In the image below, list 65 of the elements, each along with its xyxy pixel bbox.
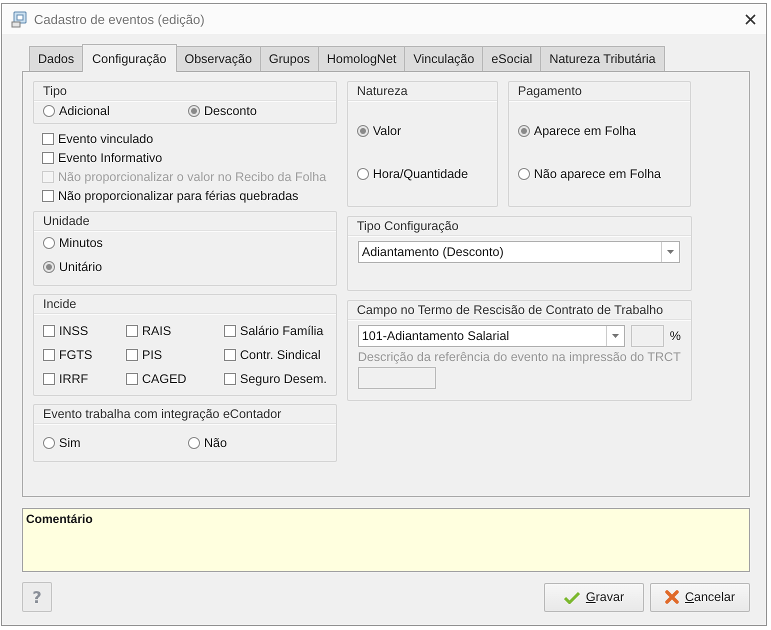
option-label: Não aparece em Folha xyxy=(534,167,662,182)
comment-label: Comentário xyxy=(26,512,93,526)
tab[interactable]: Grupos xyxy=(260,46,319,71)
caret-icon xyxy=(612,334,619,338)
group-title: Unidade xyxy=(34,212,336,231)
radio-button[interactable] xyxy=(43,105,55,117)
radio-button[interactable] xyxy=(356,124,369,137)
close-icon[interactable] xyxy=(745,14,756,24)
radio-button[interactable] xyxy=(188,436,200,448)
radio-button[interactable] xyxy=(43,237,55,249)
tab[interactable]: Configuração xyxy=(82,44,176,72)
group-title: Tipo Configuração xyxy=(348,217,691,236)
cross-icon xyxy=(664,590,679,604)
radio-button[interactable] xyxy=(43,261,55,273)
description-field[interactable] xyxy=(358,367,436,389)
checkbox-option[interactable]: IRRF xyxy=(43,371,117,386)
checkbox-option[interactable]: INSS xyxy=(43,323,117,338)
group-title: Incide xyxy=(34,295,336,314)
checkbox-option[interactable]: Não proporcionalizar para férias quebradas xyxy=(42,189,328,203)
radio-button[interactable] xyxy=(43,436,55,448)
tab[interactable]: Natureza Tributária xyxy=(540,46,665,71)
cancel-button[interactable]: Cancelar xyxy=(650,582,750,612)
group-title: Natureza xyxy=(348,82,497,101)
tab[interactable]: eSocial xyxy=(482,46,542,71)
group-title: Tipo xyxy=(34,82,336,101)
option-label: Hora/Quantidade xyxy=(372,167,468,182)
comment-area[interactable]: Comentário xyxy=(22,508,750,572)
option-label: Adicional xyxy=(59,104,110,118)
group-title: Campo no Termo de Rescisão de Contrato de Trabalho xyxy=(348,301,691,320)
checkbox-option[interactable]: Seguro Desem. xyxy=(224,371,327,386)
field-label: Descrição da referência do evento na impressão do TRCT xyxy=(358,350,681,364)
option-label: Minutos xyxy=(59,236,103,250)
caret-icon xyxy=(666,250,674,254)
percent-field[interactable] xyxy=(630,325,664,347)
tab[interactable]: HomologNet xyxy=(318,46,406,71)
radio-button[interactable] xyxy=(518,168,530,180)
checkbox-option[interactable]: PIS xyxy=(126,347,215,362)
tab[interactable]: Vinculação xyxy=(404,46,484,71)
tab[interactable]: Observação xyxy=(176,46,261,71)
radio-button[interactable] xyxy=(518,124,530,137)
checkbox-option[interactable]: FGTS xyxy=(43,347,117,362)
option-label: Sim xyxy=(59,436,81,450)
checkbox-option[interactable]: Contr. Sindical xyxy=(224,347,327,362)
radio-button[interactable] xyxy=(188,105,200,117)
checkbox-option[interactable]: Evento vinculado xyxy=(42,132,328,146)
app-icon xyxy=(11,10,28,28)
window-title: Cadastro de eventos (edição) xyxy=(34,12,206,26)
option-label: Desconto xyxy=(204,104,257,118)
check-icon xyxy=(564,590,580,604)
option-label: Não xyxy=(204,436,227,450)
trct-field-dropdown[interactable]: 101-Adiantamento Salarial xyxy=(358,325,625,347)
checkbox-option[interactable]: Evento Informativo xyxy=(42,151,328,165)
type-dropdown[interactable]: Adiantamento (Desconto) xyxy=(358,241,680,263)
tab[interactable]: Dados xyxy=(29,46,84,71)
option-label: Valor xyxy=(372,124,402,138)
group-title: Pagamento xyxy=(508,82,690,101)
option-label: Aparece em Folha xyxy=(534,124,636,138)
save-button[interactable]: Gravar xyxy=(544,582,644,612)
checkbox-option[interactable]: Salário Família xyxy=(224,323,327,338)
checkbox-option[interactable]: CAGED xyxy=(126,371,215,386)
radio-button[interactable] xyxy=(356,168,369,180)
checkbox-option[interactable]: RAIS xyxy=(126,323,215,338)
option-label: Unitário xyxy=(59,260,102,274)
group-title: Evento trabalha com integração eContador xyxy=(34,405,336,424)
percent-label: % xyxy=(670,329,681,343)
